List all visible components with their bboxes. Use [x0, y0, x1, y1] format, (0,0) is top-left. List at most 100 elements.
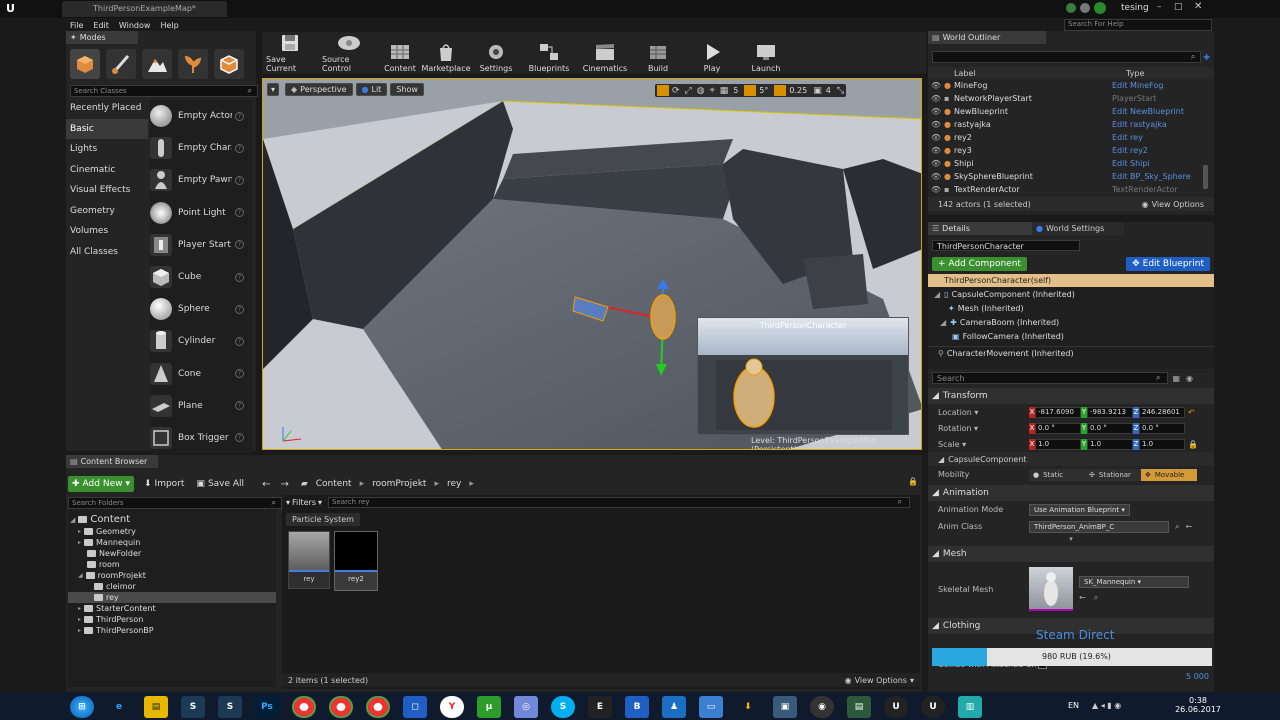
eye-icon[interactable]: 👁	[928, 172, 944, 181]
foliage-mode-icon[interactable]	[178, 49, 208, 79]
help-icon[interactable]: ?	[235, 401, 244, 411]
level-viewport[interactable]: ▾ ◆ Perspective ● Lit Show ⟳ ⤢ ◍ ⌖ ▦ 5 5° …	[262, 78, 922, 450]
outliner-search-input[interactable]	[932, 51, 1201, 63]
help-icon[interactable]: ?	[235, 369, 244, 379]
outliner-row[interactable]: 👁 ● Shipi Edit Shipi	[928, 157, 1214, 170]
filter-chip-particle-system[interactable]: Particle System	[286, 513, 360, 526]
level-tab[interactable]: ThirdPersonExampleMap*	[62, 1, 227, 17]
category-all-classes[interactable]: All Classes	[66, 242, 148, 263]
help-icon[interactable]: ?	[235, 304, 244, 314]
tree-item[interactable]: ▸ StarterContent	[68, 603, 276, 614]
outliner-row[interactable]: 👁 ● rastyajka Edit rastyajka	[928, 118, 1214, 131]
path-roomprojekt[interactable]: roomProjekt	[372, 479, 426, 489]
category-visual-effects[interactable]: Visual Effects	[66, 180, 148, 201]
outliner-row[interactable]: 👁 ● SkySphereBlueprint Edit BP_Sky_Sphere	[928, 170, 1214, 183]
menu-file[interactable]: File	[70, 21, 83, 30]
location-y[interactable]: -983.9213	[1087, 406, 1133, 418]
modes-tab[interactable]: ✦ Modes	[66, 31, 138, 44]
help-icon[interactable]: ?	[235, 433, 244, 443]
scale-tool-icon[interactable]: ⤢	[685, 86, 692, 96]
blueprints-button[interactable]: Blueprints	[520, 33, 578, 73]
avatar[interactable]	[1094, 2, 1106, 14]
place-cone[interactable]: Cone?	[150, 358, 252, 390]
lit-button[interactable]: ● Lit	[355, 83, 388, 96]
explorer-icon[interactable]: ▤	[144, 695, 168, 718]
column-type[interactable]: Type	[1126, 69, 1144, 78]
add-component-button[interactable]: + Add Component	[932, 256, 1027, 271]
path-rey[interactable]: rey	[447, 479, 461, 489]
place-cylinder[interactable]: Cylinder?	[150, 325, 252, 357]
close-button[interactable]: ✕	[1194, 1, 1202, 12]
clock[interactable]: 0:38 26.06.2017	[1168, 696, 1228, 714]
ie-icon[interactable]: e	[107, 696, 131, 718]
animation-section[interactable]: ◢ Animation	[928, 485, 1214, 501]
chrome-icon[interactable]	[329, 695, 353, 718]
help-search-input[interactable]: Search For Help	[1064, 19, 1212, 31]
reset-icon[interactable]: ↶	[1188, 408, 1195, 417]
place-box-trigger[interactable]: Box Trigger?	[150, 422, 252, 454]
mesh-thumbnail[interactable]	[1029, 567, 1073, 611]
tree-item-selected[interactable]: rey	[68, 592, 276, 603]
help-icon[interactable]: ?	[235, 240, 244, 250]
marketplace-button[interactable]: Marketplace	[420, 33, 472, 73]
browse-icon[interactable]: ⌕	[1094, 593, 1098, 603]
actor-name-input[interactable]: ThirdPersonCharacter	[932, 239, 1080, 251]
category-recently-placed[interactable]: Recently Placed	[66, 98, 148, 119]
category-cinematic[interactable]: Cinematic	[66, 160, 148, 181]
eye-icon[interactable]: 👁	[928, 159, 944, 168]
user-icon[interactable]: ♟	[662, 695, 686, 718]
geometry-mode-icon[interactable]	[214, 49, 244, 79]
path-content[interactable]: Content	[316, 479, 352, 489]
outliner-row[interactable]: 👁 ▪ TextRenderActor TextRenderActor	[928, 183, 1214, 196]
details-search-input[interactable]: Search	[932, 372, 1168, 384]
tree-item[interactable]: ▸ ThirdPersonBP	[68, 625, 276, 636]
discord-icon[interactable]: ◎	[514, 695, 538, 718]
asset-tile-rey2[interactable]: rey2	[334, 531, 378, 591]
steam-icon[interactable]: S	[181, 695, 205, 718]
lock-icon[interactable]: 🔒	[908, 477, 918, 486]
build-button[interactable]: Build	[632, 33, 684, 73]
photoshop-icon[interactable]: Ps	[255, 695, 279, 718]
eye-icon[interactable]: 👁	[928, 94, 944, 103]
app-icon[interactable]: ▥	[958, 695, 982, 718]
world-outliner-tab[interactable]: ▤ World Outliner	[928, 31, 1046, 44]
component-mesh[interactable]: ✦ Mesh (Inherited)	[928, 301, 1214, 315]
unreal-icon[interactable]: U	[921, 695, 945, 718]
outliner-row[interactable]: 👁 ● rey3 Edit rey2	[928, 144, 1214, 157]
location-x[interactable]: -817.6090	[1035, 406, 1081, 418]
rotation-snap-icon[interactable]	[744, 85, 757, 96]
place-mode-icon[interactable]	[70, 49, 100, 79]
chrome-icon[interactable]	[366, 695, 390, 718]
source-control-icon[interactable]	[1066, 3, 1076, 13]
source-control-button[interactable]: Source Control	[318, 33, 380, 73]
language-indicator[interactable]: EN	[1068, 701, 1079, 710]
import-button[interactable]: ⬇ Import	[138, 477, 190, 491]
mobility-movable[interactable]: ✥ Movable	[1141, 468, 1197, 481]
cinematics-button[interactable]: Cinematics	[578, 33, 632, 73]
start-button[interactable]: ⊞	[70, 695, 94, 718]
scale-z[interactable]: 1.0	[1139, 438, 1185, 450]
battlenet-icon[interactable]: B	[625, 695, 649, 718]
menu-edit[interactable]: Edit	[93, 21, 109, 30]
scale-snap-icon[interactable]	[774, 85, 787, 96]
asset-tile-rey[interactable]: rey	[288, 531, 330, 589]
place-cube[interactable]: Cube?	[150, 261, 252, 293]
settings-button[interactable]: Settings	[472, 33, 520, 73]
surface-snap-icon[interactable]: ⌖	[710, 86, 715, 96]
paint-mode-icon[interactable]	[106, 49, 136, 79]
eye-icon[interactable]: 👁	[928, 133, 944, 142]
camera-speed-icon[interactable]: ▣	[813, 86, 822, 96]
play-button[interactable]: Play	[684, 33, 740, 73]
viewport-options-icon[interactable]: ▾	[267, 83, 280, 96]
chrome-icon[interactable]	[292, 695, 316, 718]
component-camera-boom[interactable]: ◢ ✚ CameraBoom (Inherited)	[928, 315, 1214, 329]
advanced-expander[interactable]: ▾	[928, 535, 1214, 546]
skeletal-mesh-dropdown[interactable]: SK_Mannequin ▾	[1079, 575, 1189, 588]
component-capsule[interactable]: ◢ ▯ CapsuleComponent (Inherited)	[928, 287, 1214, 301]
help-icon[interactable]: ?	[235, 272, 244, 282]
outliner-scrollbar[interactable]	[1203, 165, 1208, 189]
maximize-viewport-icon[interactable]: ⤡	[837, 86, 844, 96]
place-plane[interactable]: Plane?	[150, 390, 252, 422]
mobility-stationary[interactable]: ✣ Stationar	[1085, 468, 1141, 481]
tray-icons[interactable]: ▲ ◂ ▮ ◉	[1092, 701, 1121, 710]
